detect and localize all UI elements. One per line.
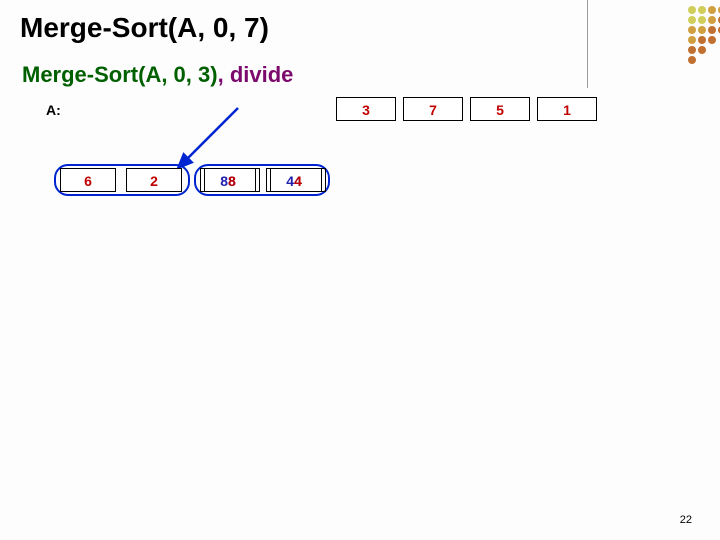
- call-line: Merge-Sort(A, 0, 3), divide: [22, 62, 293, 88]
- cell-top-7: 1: [537, 97, 597, 121]
- cell-top-6: 5: [470, 97, 530, 121]
- deco-dot: [708, 26, 716, 34]
- cell-sub-1: 2: [126, 168, 182, 192]
- deco-dot: [688, 26, 696, 34]
- cell-top-3: [258, 97, 318, 121]
- deco-dot: [708, 36, 716, 44]
- array-label: A:: [46, 102, 61, 118]
- deco-dot: [698, 6, 706, 14]
- deco-dot: [688, 46, 696, 54]
- deco-dot: [698, 26, 706, 34]
- slide-number: 22: [680, 514, 692, 526]
- cell-top-2: [198, 97, 258, 121]
- cell-sub-3: 4: [270, 168, 326, 192]
- deco-dot: [688, 16, 696, 24]
- deco-dot: [688, 36, 696, 44]
- cell-top-5: 7: [403, 97, 463, 121]
- deco-dot: [698, 36, 706, 44]
- title-divider: [587, 0, 588, 88]
- deco-dot: [708, 16, 716, 24]
- deco-dot: [688, 56, 696, 64]
- deco-dot: [708, 6, 716, 14]
- divide-text: , divide: [218, 62, 294, 87]
- cell-sub-0: 6: [60, 168, 116, 192]
- slide: Merge-Sort(A, 0, 7) Merge-Sort(A, 0, 3),…: [0, 0, 720, 540]
- deco-dot: [698, 16, 706, 24]
- deco-dot: [688, 6, 696, 14]
- deco-dot: [698, 46, 706, 54]
- cell-top-0: [78, 97, 138, 121]
- cell-top-4: 3: [336, 97, 396, 121]
- call-text: Merge-Sort(A, 0, 3): [22, 62, 218, 87]
- cell-top-1: [138, 97, 198, 121]
- slide-title: Merge-Sort(A, 0, 7): [20, 12, 269, 44]
- cell-sub-2: 8: [204, 168, 260, 192]
